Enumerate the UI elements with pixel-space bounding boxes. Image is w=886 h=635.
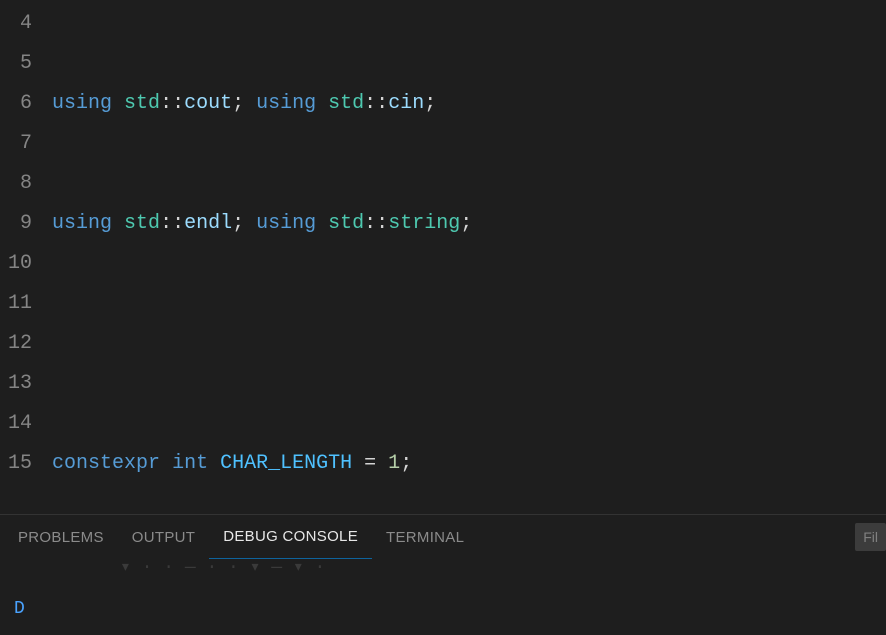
line-number: 15 xyxy=(8,444,32,484)
filter-input[interactable]: Fil xyxy=(855,523,886,551)
line-number: 5 xyxy=(8,44,32,84)
tab-terminal[interactable]: TERMINAL xyxy=(372,515,478,559)
line-number: 7 xyxy=(8,124,32,164)
code-content[interactable]: using std::cout; using std::cin; using s… xyxy=(52,4,886,514)
line-number: 4 xyxy=(8,4,32,44)
panel-scroll-trail: ▾ · · — · · ▾ — ▾ · xyxy=(0,559,886,583)
line-number: 10 xyxy=(8,244,32,284)
code-line[interactable]: using std::endl; using std::string; xyxy=(52,204,886,244)
line-number: 14 xyxy=(8,404,32,444)
bottom-panel: PROBLEMS OUTPUT DEBUG CONSOLE TERMINAL F… xyxy=(0,514,886,635)
code-line[interactable]: constexpr int CHAR_LENGTH = 1; xyxy=(52,444,886,484)
line-number: 9 xyxy=(8,204,32,244)
code-line[interactable] xyxy=(52,324,886,364)
line-number: 8 xyxy=(8,164,32,204)
line-number: 13 xyxy=(8,364,32,404)
tab-output[interactable]: OUTPUT xyxy=(118,515,209,559)
line-number: 6 xyxy=(8,84,32,124)
line-number: 12 xyxy=(8,324,32,364)
line-number: 11 xyxy=(8,284,32,324)
tab-problems[interactable]: PROBLEMS xyxy=(4,515,118,559)
line-number-gutter: 4 5 6 7 8 9 10 11 12 13 14 15 xyxy=(0,4,52,514)
code-editor[interactable]: 4 5 6 7 8 9 10 11 12 13 14 15 using std:… xyxy=(0,0,886,514)
debug-console-output[interactable]: D xyxy=(0,583,886,635)
code-line[interactable]: using std::cout; using std::cin; xyxy=(52,84,886,124)
panel-tabs: PROBLEMS OUTPUT DEBUG CONSOLE TERMINAL F… xyxy=(0,515,886,559)
tab-debug-console[interactable]: DEBUG CONSOLE xyxy=(209,515,372,559)
